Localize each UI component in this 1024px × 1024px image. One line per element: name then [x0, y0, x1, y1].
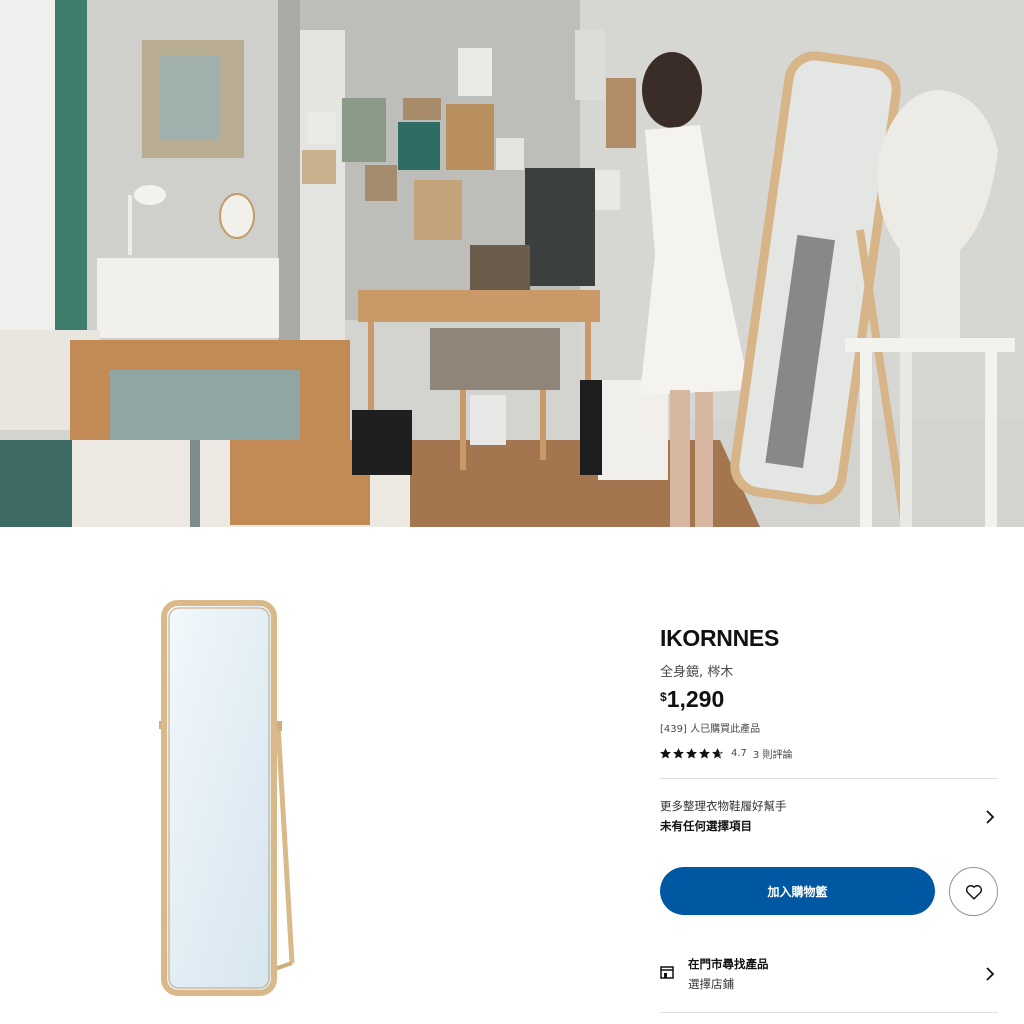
star-icon [712, 747, 723, 758]
chevron-right-icon [986, 967, 995, 981]
chevron-right-icon [986, 810, 995, 824]
hero-scene [0, 0, 1024, 527]
divider [660, 778, 998, 779]
heart-icon [965, 884, 982, 900]
star-icon [673, 747, 684, 758]
product-name: IKORNNES [660, 625, 780, 651]
rating-value: 4.7 [731, 747, 747, 759]
store-title: 在門市尋找產品 [688, 957, 769, 971]
purchase-count: [439] 人已購買此產品 [660, 724, 761, 735]
star-icon [699, 747, 710, 758]
star-icon [686, 747, 697, 758]
options-selection: 未有任何選擇項目 [660, 819, 752, 833]
rating-summary[interactable]: 4.7 3 則評論 [660, 745, 792, 761]
product-description[interactable]: 全身鏡, 梣木 [660, 661, 733, 680]
favorite-button[interactable] [949, 867, 998, 916]
store-subtitle: 選擇店鋪 [688, 977, 734, 991]
rating-stars [660, 747, 723, 759]
product-image[interactable] [140, 595, 320, 1000]
options-title: 更多整理衣物鞋履好幫手 [660, 799, 787, 813]
price-amount: 1,290 [666, 686, 725, 712]
add-to-cart-button[interactable]: 加入購物籃 [660, 867, 935, 915]
product-options-row[interactable]: 更多整理衣物鞋履好幫手 未有任何選擇項目 [660, 794, 1000, 838]
store-icon [660, 966, 674, 979]
review-count[interactable]: 3 則評論 [753, 746, 793, 761]
hero-lifestyle-image [0, 0, 1024, 527]
mirror-illustration [159, 600, 295, 996]
star-icon [660, 747, 671, 758]
product-price: $1,290 [660, 686, 724, 713]
divider [660, 1012, 998, 1013]
price-currency: $ [660, 690, 667, 704]
find-in-store-row[interactable]: 在門市尋找產品 選擇店鋪 [660, 952, 1000, 996]
